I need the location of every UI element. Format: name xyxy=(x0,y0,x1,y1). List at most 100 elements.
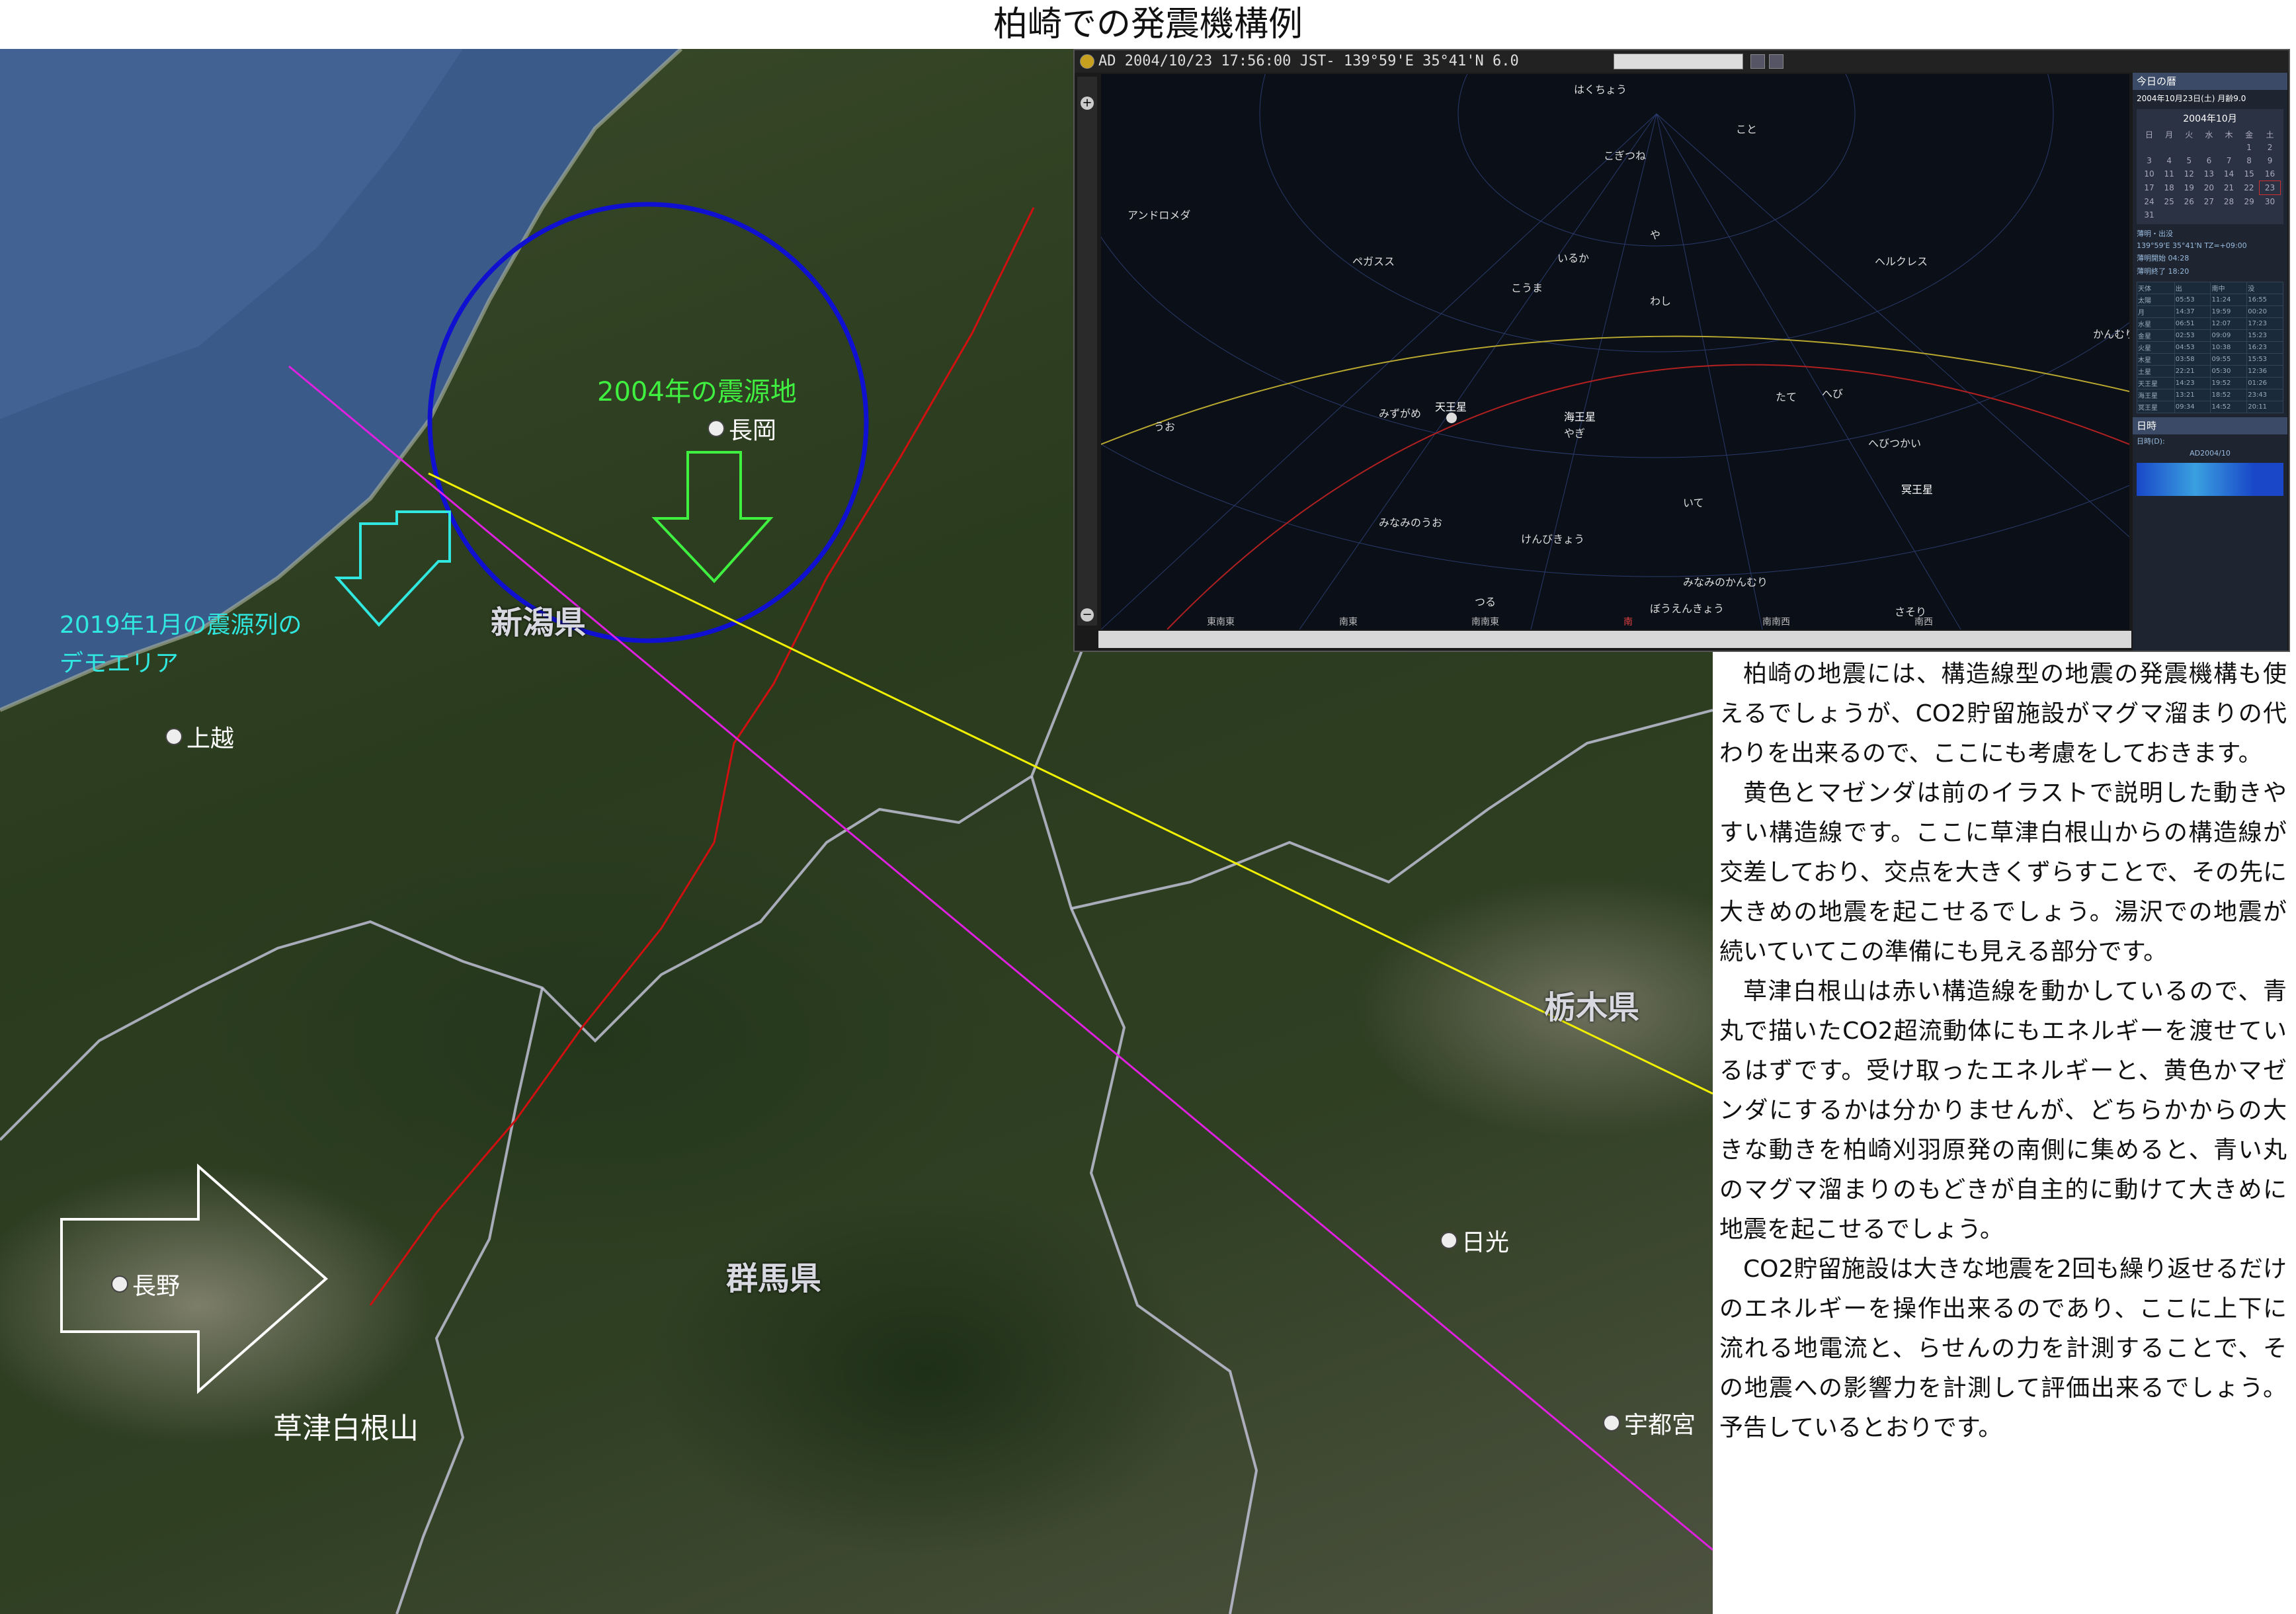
calendar-day[interactable]: 6 xyxy=(2199,154,2219,167)
rs-cell: 03:58 xyxy=(2174,353,2211,366)
calendar-day[interactable]: 2 xyxy=(2260,141,2281,154)
calendar-day[interactable]: 1 xyxy=(2239,141,2260,154)
calendar-day[interactable]: 27 xyxy=(2199,195,2219,209)
calendar-day[interactable]: 3 xyxy=(2139,154,2159,167)
calendar-day xyxy=(2219,141,2239,154)
calendar-day[interactable]: 30 xyxy=(2260,195,2281,209)
calendar-day[interactable]: 5 xyxy=(2179,154,2199,167)
calendar-day[interactable]: 15 xyxy=(2239,167,2260,181)
sky-scrollbar[interactable] xyxy=(1098,631,2131,648)
rs-cell: 水星 xyxy=(2137,317,2175,330)
calendar-day[interactable]: 8 xyxy=(2239,154,2260,167)
pref-tochigi: 栃木県 xyxy=(1544,989,1640,1026)
demo-area-line2: デモエリア xyxy=(60,650,179,677)
weekday-header: 木 xyxy=(2225,130,2233,140)
rs-cell: 14:52 xyxy=(2210,401,2248,413)
rs-cell: 19:52 xyxy=(2210,377,2248,389)
calendar-day[interactable]: 10 xyxy=(2139,167,2159,181)
calendar-day[interactable]: 29 xyxy=(2239,195,2260,209)
calendar-day[interactable]: 9 xyxy=(2260,154,2281,167)
calendar-day[interactable]: 14 xyxy=(2219,167,2239,181)
rs-cell: 天王星 xyxy=(2137,377,2175,389)
demo-area-label: 2019年1月の震源列の デモエリア xyxy=(60,606,302,683)
rs-cell: 02:53 xyxy=(2174,329,2211,342)
place-marker-icon xyxy=(708,420,725,437)
calendar-day[interactable]: 7 xyxy=(2219,154,2239,167)
calendar-day[interactable]: 16 xyxy=(2260,167,2281,181)
paragraph: CO2貯留施設は大きな地震を2回も繰り返せるだけのエネルギーを操作出来るのであり… xyxy=(1719,1256,2287,1441)
almanac-header: 今日の暦 xyxy=(2133,73,2287,90)
zoom-in-icon[interactable]: + xyxy=(1081,97,1094,110)
rs-cell: 15:23 xyxy=(2246,329,2283,342)
sky-view[interactable]: はくちょう こと こぎつね アンドロメダ ペガスス いるか こうま や わし ヘ… xyxy=(1101,74,2129,629)
rs-cell: 海王星 xyxy=(2137,389,2175,401)
app-icon[interactable] xyxy=(1080,54,1094,69)
view-select[interactable] xyxy=(1614,54,1743,69)
rs-cell: 12:07 xyxy=(2210,317,2248,330)
weekday-header: 日 xyxy=(2145,130,2154,140)
body-text: 柏崎の地震には、構造線型の地震の発震機構も使えるでしょうが、CO2貯留施設がマグ… xyxy=(1719,655,2287,1448)
rs-cell: 16:23 xyxy=(2246,341,2283,354)
calendar-day[interactable]: 18 xyxy=(2159,181,2179,195)
calendar-day[interactable]: 21 xyxy=(2219,181,2239,195)
time-label: 日時(D): xyxy=(2137,437,2165,446)
zoom-slider[interactable]: + − xyxy=(1077,77,1097,625)
rs-cell: 15:53 xyxy=(2246,353,2283,366)
calendar-day[interactable]: 11 xyxy=(2159,167,2179,181)
epicenter-label: 2004年の震源地 xyxy=(597,377,797,407)
ecliptic-line xyxy=(1101,335,2129,445)
toolbar-button-1[interactable] xyxy=(1750,54,1765,69)
rs-cell: 18:52 xyxy=(2210,389,2248,401)
place-joetsu: 上越 xyxy=(165,719,234,754)
demo-area-line1: 2019年1月の震源列の xyxy=(60,612,302,639)
rs-cell: 09:34 xyxy=(2174,401,2211,413)
cyan-arrow xyxy=(334,510,451,627)
rs-cell: 13:21 xyxy=(2174,389,2211,401)
calendar-day[interactable]: 23 xyxy=(2259,181,2281,195)
rs-cell: 冥王星 xyxy=(2137,401,2175,413)
calendar-day[interactable]: 25 xyxy=(2159,195,2179,209)
calendar-day[interactable]: 22 xyxy=(2239,181,2260,195)
calendar-day[interactable]: 4 xyxy=(2159,154,2179,167)
calendar-day[interactable]: 19 xyxy=(2179,181,2199,195)
rs-cell: 22:21 xyxy=(2174,365,2211,378)
rs-cell: 12:36 xyxy=(2246,365,2283,378)
rs-cell: 太陽 xyxy=(2137,294,2175,306)
calendar-day xyxy=(2199,141,2219,154)
calendar-grid[interactable]: 日月火水木金土 1 2 3 4 5 6 7 8 9 10 11 12 13 14 15 16 17 18 19 20 21… xyxy=(2139,128,2281,222)
rs-cell: 17:23 xyxy=(2246,317,2283,330)
equator-line xyxy=(1167,364,2129,629)
almanac-date: 2004年10月23日(土) 月齢9.0 xyxy=(2137,94,2246,103)
calendar-day[interactable]: 13 xyxy=(2199,167,2219,181)
calendar: 2004年10月 日月火水木金土 1 2 3 4 5 6 7 8 9 10 11 12 13 14 15 16 1… xyxy=(2137,109,2283,224)
calendar-day[interactable]: 20 xyxy=(2199,181,2219,195)
calendar-day[interactable]: 31 xyxy=(2139,208,2159,222)
calendar-day xyxy=(2179,141,2199,154)
rs-cell: 05:53 xyxy=(2174,294,2211,306)
rs-header-cell: 没 xyxy=(2246,282,2283,294)
rs-cell: 16:55 xyxy=(2246,294,2283,306)
calendar-day[interactable]: 17 xyxy=(2139,181,2159,195)
planetarium-toolbar: AD 2004/10/23 17:56:00 JST- 139°59'E 35°… xyxy=(1075,50,2289,73)
page-title: 柏崎での発震機構例 xyxy=(993,5,1303,44)
zoom-out-icon[interactable]: − xyxy=(1081,608,1094,622)
place-utsunomiya: 宇都宮 xyxy=(1603,1406,1696,1440)
rise-set-table: 天体出南中没太陽 05:53 11:24 16:55 月 14:37 19:59 00:20 水… xyxy=(2137,282,2283,413)
rs-cell: 10:38 xyxy=(2210,341,2248,354)
toolbar-button-2[interactable] xyxy=(1769,54,1784,69)
calendar-day[interactable]: 12 xyxy=(2179,167,2199,181)
time-bar[interactable] xyxy=(2137,463,2283,496)
calendar-day[interactable]: 26 xyxy=(2179,195,2199,209)
rs-cell: 09:09 xyxy=(2210,329,2248,342)
rs-cell: 20:11 xyxy=(2246,401,2283,413)
almanac-panel: 今日の暦 2004年10月23日(土) 月齢9.0 2004年10月 日月火水木… xyxy=(2133,73,2287,651)
twilight-start: 薄明開始 04:28 xyxy=(2137,254,2190,262)
time-month: AD2004/10 xyxy=(2190,449,2231,458)
place-nikko: 日光 xyxy=(1440,1223,1509,1258)
pref-niigata: 新潟県 xyxy=(491,604,587,641)
calendar-day[interactable]: 28 xyxy=(2219,195,2239,209)
calendar-day xyxy=(2139,141,2159,154)
weekday-header: 月 xyxy=(2165,130,2174,140)
calendar-day[interactable]: 24 xyxy=(2139,195,2159,209)
co2-circle xyxy=(427,202,869,643)
